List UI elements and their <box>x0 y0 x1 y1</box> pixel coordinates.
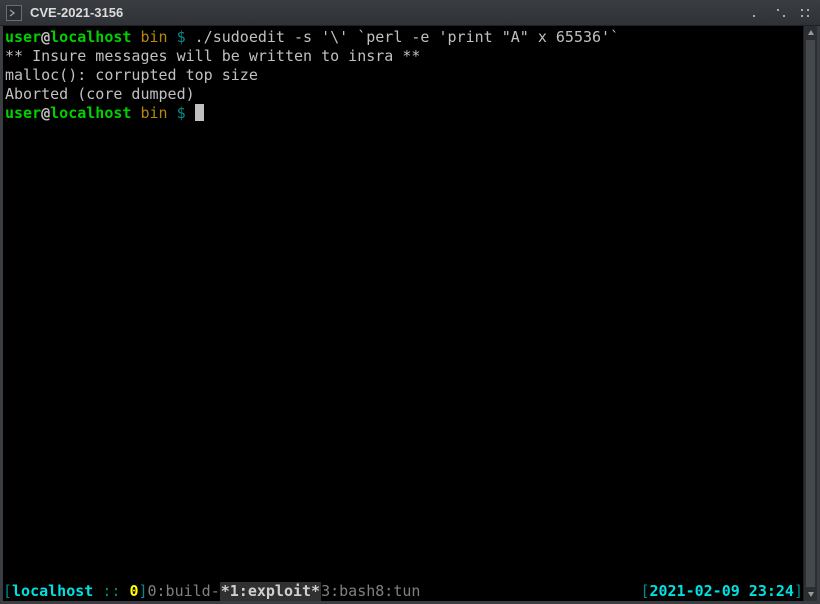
prompt-host: localhost <box>50 104 131 122</box>
scrollbar-track[interactable] <box>804 40 817 587</box>
status-rbracket: ] <box>138 582 147 601</box>
scrollbar-thumb[interactable] <box>806 40 815 587</box>
scroll-up-arrow-icon[interactable] <box>804 26 818 40</box>
vertical-scrollbar[interactable] <box>803 26 817 601</box>
terminal-window: CVE-2021-3156 user@localhost bin $ ./sud… <box>0 0 820 604</box>
prompt-at: @ <box>41 28 50 46</box>
maximize-button[interactable] <box>772 4 790 22</box>
status-host: localhost <box>12 582 93 601</box>
client-area: user@localhost bin $ ./sudoedit -s '\' `… <box>0 26 820 604</box>
command-line-1: ./sudoedit -s '\' `perl -e 'print "A" x … <box>195 28 619 46</box>
status-datetime: 2021-02-09 23:24 <box>649 582 794 601</box>
status-session-num: 0 <box>129 582 138 601</box>
output-line-2: malloc(): corrupted top size <box>5 66 258 84</box>
close-button[interactable] <box>796 4 814 22</box>
prompt-symbol: $ <box>177 104 186 122</box>
cursor <box>195 104 204 121</box>
tmux-statusbar: [ localhost :: 0 ]0:build- *1:exploit* 3… <box>3 582 803 601</box>
minimize-button[interactable] <box>748 4 766 22</box>
terminal-app-icon <box>6 5 22 21</box>
output-line-1: ** Insure messages will be written to in… <box>5 47 420 65</box>
output-line-3: Aborted (core dumped) <box>5 85 195 103</box>
status-window-8[interactable]: 8:tun <box>375 582 420 601</box>
prompt-at: @ <box>41 104 50 122</box>
terminal-viewport[interactable]: user@localhost bin $ ./sudoedit -s '\' `… <box>3 26 803 601</box>
prompt-dir: bin <box>140 104 167 122</box>
status-rbracket2: ] <box>794 582 803 601</box>
status-window-1-active[interactable]: *1:exploit* <box>220 582 321 601</box>
status-window-0[interactable]: 0:build- <box>148 582 220 601</box>
window-title: CVE-2021-3156 <box>30 5 123 20</box>
status-sep: :: <box>93 582 129 601</box>
prompt-dir: bin <box>140 28 167 46</box>
prompt-host: localhost <box>50 28 131 46</box>
status-lbracket2: [ <box>640 582 649 601</box>
scroll-down-arrow-icon[interactable] <box>804 587 818 601</box>
status-window-3[interactable]: 3:bash <box>321 582 375 601</box>
titlebar: CVE-2021-3156 <box>0 0 820 26</box>
prompt-symbol: $ <box>177 28 186 46</box>
status-lbracket: [ <box>3 582 12 601</box>
prompt-user: user <box>5 104 41 122</box>
prompt-user: user <box>5 28 41 46</box>
